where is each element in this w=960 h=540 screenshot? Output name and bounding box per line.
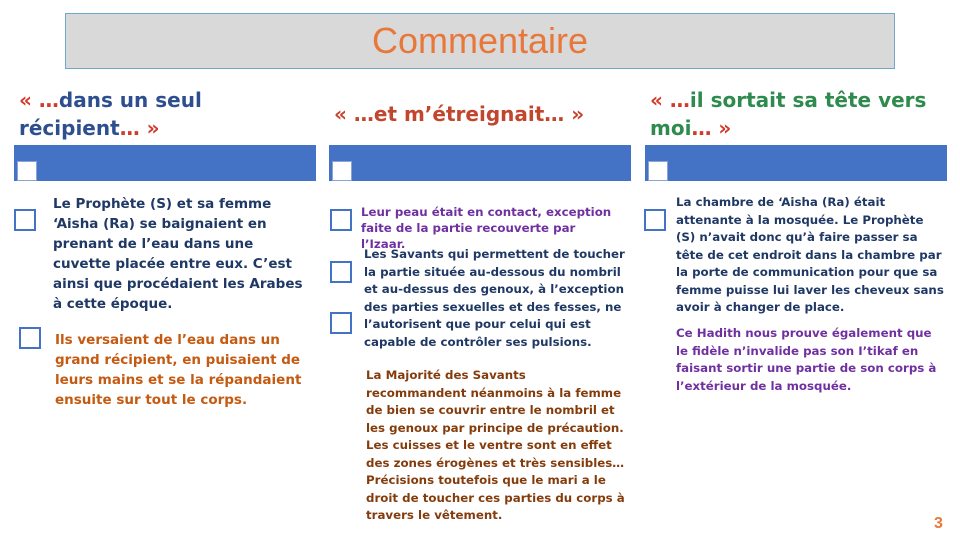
column-2-paragraph-1: Leur peau était en contact, exception fa…	[361, 205, 612, 251]
page-title: Commentaire	[371, 20, 589, 61]
column-3-paragraph-2: Ce Hadith nous prouve également que le f…	[676, 326, 937, 393]
column-1-header-bar	[14, 145, 316, 181]
column-1-paragraph-2: Ils versaient de l’eau dans un grand réc…	[55, 332, 302, 408]
title-box: Commentaire	[65, 13, 895, 69]
bar-checkbox[interactable]	[332, 161, 352, 181]
column-2-heading: « …et m’étreignait… »	[334, 102, 585, 126]
checkbox[interactable]	[644, 209, 666, 231]
column-3-header-bar	[645, 145, 947, 181]
column-3-heading: « …il sortait sa tête vers moi… »	[650, 88, 927, 140]
checkbox[interactable]	[14, 209, 36, 231]
checkbox[interactable]	[330, 209, 352, 231]
column-2-header-bar	[329, 145, 631, 181]
column-2-paragraph-2: Les Savants qui permettent de toucher la…	[364, 247, 625, 349]
column-1-paragraph-1: Le Prophète (S) et sa femme ‘Aisha (Ra) …	[53, 196, 303, 312]
checkbox[interactable]	[330, 312, 352, 334]
column-2-paragraph-3: La Majorité des Savants recommandent néa…	[366, 368, 625, 522]
bar-checkbox[interactable]	[648, 161, 668, 181]
page-number: 3	[934, 515, 943, 532]
column-1-heading: « …dans un seul récipient… »	[19, 88, 202, 140]
checkbox[interactable]	[330, 261, 352, 283]
checkbox[interactable]	[19, 327, 41, 349]
bar-checkbox[interactable]	[17, 161, 37, 181]
column-3-paragraph-1: La chambre de ‘Aisha (Ra) était attenant…	[676, 195, 944, 314]
